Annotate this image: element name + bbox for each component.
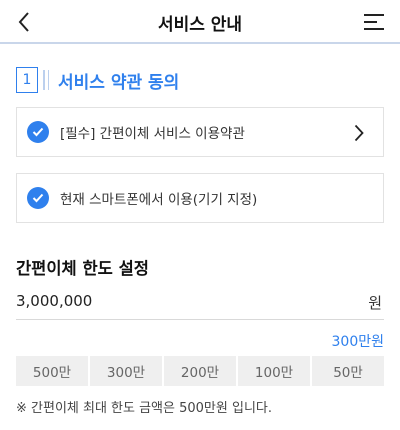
- app-header: 서비스 안내: [0, 0, 400, 44]
- amount-in-words: 300만원: [331, 334, 384, 350]
- menu-button[interactable]: [358, 6, 390, 38]
- header-divider: [0, 42, 400, 44]
- hamburger-menu-icon: [364, 14, 384, 30]
- amount-input[interactable]: 3,000,000 원: [16, 282, 384, 320]
- terms-agreement-item[interactable]: [필수] 간편이체 서비스 이용약관: [16, 107, 384, 157]
- amount-button-300[interactable]: 300만: [90, 356, 162, 386]
- step-number-badge: 1: [16, 67, 38, 93]
- amount-button-500[interactable]: 500만: [16, 356, 88, 386]
- page-title: 서비스 안내: [157, 15, 243, 35]
- limit-note: ※ 간편이체 최대 한도 금액은 500만원 입니다.: [16, 401, 272, 416]
- section-heading: 1 서비스 약관 동의: [16, 66, 179, 94]
- amount-button-50[interactable]: 50만: [312, 356, 384, 386]
- step-bars-decoration: [43, 69, 49, 91]
- section-title: 서비스 약관 동의: [58, 72, 180, 93]
- amount-value[interactable]: 3,000,000: [16, 292, 92, 310]
- chevron-right-icon[interactable]: [349, 122, 369, 144]
- check-circle-icon[interactable]: [27, 187, 49, 209]
- device-designation-item[interactable]: 현재 스마트폰에서 이용(기기 지정): [16, 173, 384, 223]
- amount-unit: 원: [368, 294, 382, 312]
- amount-preset-buttons: 500만 300만 200만 100만 50만: [16, 356, 384, 386]
- amount-button-100[interactable]: 100만: [238, 356, 310, 386]
- limit-section-title: 간편이체 한도 설정: [16, 259, 149, 278]
- terms-agreement-label: [필수] 간편이체 서비스 이용약관: [60, 126, 245, 142]
- check-circle-icon[interactable]: [27, 121, 49, 143]
- amount-button-200[interactable]: 200만: [164, 356, 236, 386]
- device-designation-label: 현재 스마트폰에서 이용(기기 지정): [60, 192, 258, 208]
